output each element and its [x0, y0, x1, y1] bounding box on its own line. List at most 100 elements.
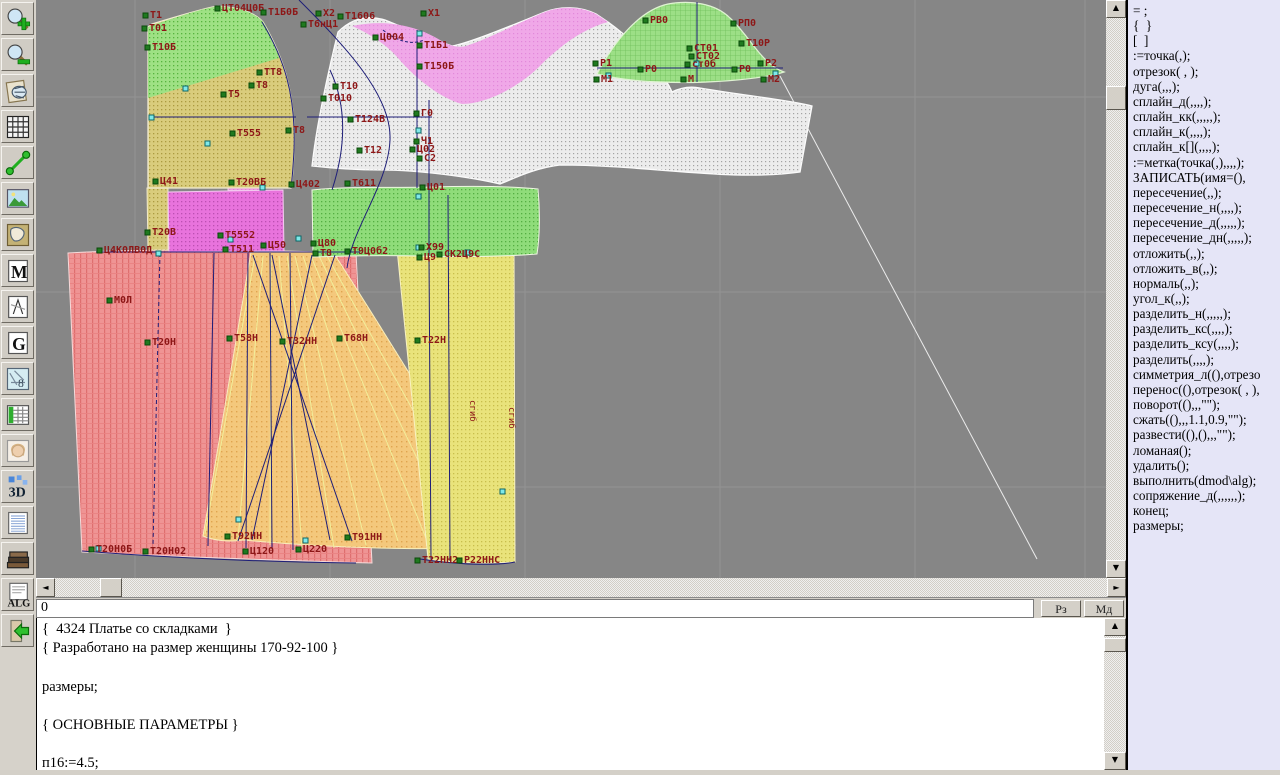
command-item[interactable]: сплайн_д(,,,,); — [1133, 94, 1280, 109]
toolbar-button-exit-arrow[interactable] — [1, 614, 34, 647]
scroll-right-button[interactable]: ► — [1107, 578, 1126, 597]
scroll-down-button[interactable]: ▼ — [1104, 752, 1126, 770]
point-marker[interactable] — [685, 62, 690, 67]
command-item[interactable]: :=точка(,); — [1133, 48, 1280, 63]
reference-point-marker[interactable] — [500, 489, 505, 494]
point-marker[interactable] — [261, 10, 266, 15]
command-item[interactable]: угол_к(,,); — [1133, 291, 1280, 306]
piece-khaki-strip[interactable] — [147, 188, 168, 250]
command-item[interactable]: пересечение_д(,,,,,); — [1133, 215, 1280, 230]
point-marker[interactable] — [261, 243, 266, 248]
reference-point-marker[interactable] — [296, 236, 301, 241]
point-marker[interactable] — [296, 547, 301, 552]
point-marker[interactable] — [221, 92, 226, 97]
point-marker[interactable] — [421, 11, 426, 16]
point-marker[interactable] — [681, 77, 686, 82]
point-marker[interactable] — [739, 41, 744, 46]
point-marker[interactable] — [280, 339, 285, 344]
point-marker[interactable] — [218, 233, 223, 238]
point-marker[interactable] — [348, 117, 353, 122]
command-item[interactable]: разделить_ксу(,,,,); — [1133, 336, 1280, 351]
toolbar-button-document-m[interactable]: M — [1, 254, 34, 287]
command-item[interactable]: пересечение(,,); — [1133, 185, 1280, 200]
command-item[interactable]: выполнить(dmod\alg); — [1133, 473, 1280, 488]
point-marker[interactable] — [373, 35, 378, 40]
point-marker[interactable] — [321, 96, 326, 101]
point-marker[interactable] — [437, 252, 442, 257]
command-item[interactable]: [ ] — [1133, 33, 1280, 48]
command-item[interactable]: симметрия_л((),отрезо — [1133, 367, 1280, 382]
reference-point-marker[interactable] — [303, 538, 308, 543]
point-marker[interactable] — [249, 83, 254, 88]
reference-point-marker[interactable] — [205, 141, 210, 146]
point-marker[interactable] — [417, 255, 422, 260]
toolbar-button-pan-sheet[interactable] — [1, 74, 34, 107]
toolbar-button-segment[interactable] — [1, 146, 34, 179]
command-item[interactable]: { } — [1133, 18, 1280, 33]
point-marker[interactable] — [145, 340, 150, 345]
point-marker[interactable] — [457, 558, 462, 563]
command-item[interactable]: разделить(,,,,); — [1133, 352, 1280, 367]
reference-point-marker[interactable] — [149, 115, 154, 120]
point-marker[interactable] — [143, 13, 148, 18]
point-marker[interactable] — [143, 549, 148, 554]
command-item[interactable]: :=метка(точка(,),,,,); — [1133, 155, 1280, 170]
point-marker[interactable] — [227, 336, 232, 341]
command-item[interactable]: развести((),(),,,""); — [1133, 427, 1280, 442]
point-marker[interactable] — [142, 26, 147, 31]
point-marker[interactable] — [301, 22, 306, 27]
command-item[interactable]: перенос((),отрезок( , ), — [1133, 382, 1280, 397]
point-marker[interactable] — [223, 247, 228, 252]
toolbar-button-document-g[interactable]: G — [1, 326, 34, 359]
piece-band-magenta[interactable] — [168, 190, 284, 252]
razmery-button[interactable]: Рз — [1041, 600, 1081, 617]
point-marker[interactable] — [417, 64, 422, 69]
point-marker[interactable] — [337, 336, 342, 341]
vertical-scroll-thumb[interactable] — [1104, 638, 1126, 652]
point-marker[interactable] — [289, 182, 294, 187]
reference-point-marker[interactable] — [416, 128, 421, 133]
point-marker[interactable] — [145, 230, 150, 235]
point-marker[interactable] — [313, 251, 318, 256]
point-marker[interactable] — [286, 128, 291, 133]
editor-vertical-scrollbar[interactable]: ▲ ▼ — [1104, 618, 1126, 770]
point-marker[interactable] — [316, 11, 321, 16]
command-item[interactable]: ЗАПИСАТЬ(имя=(), — [1133, 170, 1280, 185]
point-marker[interactable] — [420, 185, 425, 190]
command-item[interactable]: ломаная(); — [1133, 443, 1280, 458]
command-item[interactable]: пересечение_дн(,,,,,); — [1133, 230, 1280, 245]
toolbar-button-image[interactable] — [1, 182, 34, 215]
command-item[interactable]: отрезок( , ); — [1133, 64, 1280, 79]
point-marker[interactable] — [338, 14, 343, 19]
point-marker[interactable] — [415, 558, 420, 563]
point-marker[interactable] — [107, 298, 112, 303]
command-item[interactable]: дуга(,,,); — [1133, 79, 1280, 94]
toolbar-button-model-photo[interactable] — [1, 434, 34, 467]
toolbar-button-alg-document[interactable]: ALG — [1, 578, 34, 611]
canvas-horizontal-scrollbar[interactable]: ◄ ► — [36, 578, 1126, 597]
command-item[interactable]: отложить(,,); — [1133, 246, 1280, 261]
point-marker[interactable] — [419, 245, 424, 250]
point-marker[interactable] — [758, 61, 763, 66]
point-marker[interactable] — [687, 46, 692, 51]
reference-point-marker[interactable] — [156, 251, 161, 256]
point-marker[interactable] — [345, 181, 350, 186]
point-marker[interactable] — [345, 535, 350, 540]
point-marker[interactable] — [229, 180, 234, 185]
point-marker[interactable] — [643, 18, 648, 23]
toolbar-button-drafting[interactable] — [1, 290, 34, 323]
reference-point-marker[interactable] — [416, 194, 421, 199]
point-marker[interactable] — [97, 248, 102, 253]
point-marker[interactable] — [417, 156, 422, 161]
toolbar-button-blueprint[interactable]: 8 — [1, 362, 34, 395]
point-marker[interactable] — [731, 21, 736, 26]
toolbar-button-zoom-in[interactable] — [1, 2, 34, 35]
point-marker[interactable] — [153, 179, 158, 184]
canvas-vertical-scrollbar[interactable]: ▲ ▼ — [1106, 0, 1126, 578]
toolbar-button-size-list[interactable] — [1, 506, 34, 539]
command-item[interactable]: конец; — [1133, 503, 1280, 518]
command-item[interactable]: сплайн_к[](,,,,); — [1133, 139, 1280, 154]
point-marker[interactable] — [414, 111, 419, 116]
reference-point-marker[interactable] — [236, 517, 241, 522]
algorithm-editor[interactable]: { 4324 Платье со складками }{ Разработан… — [36, 618, 1104, 770]
